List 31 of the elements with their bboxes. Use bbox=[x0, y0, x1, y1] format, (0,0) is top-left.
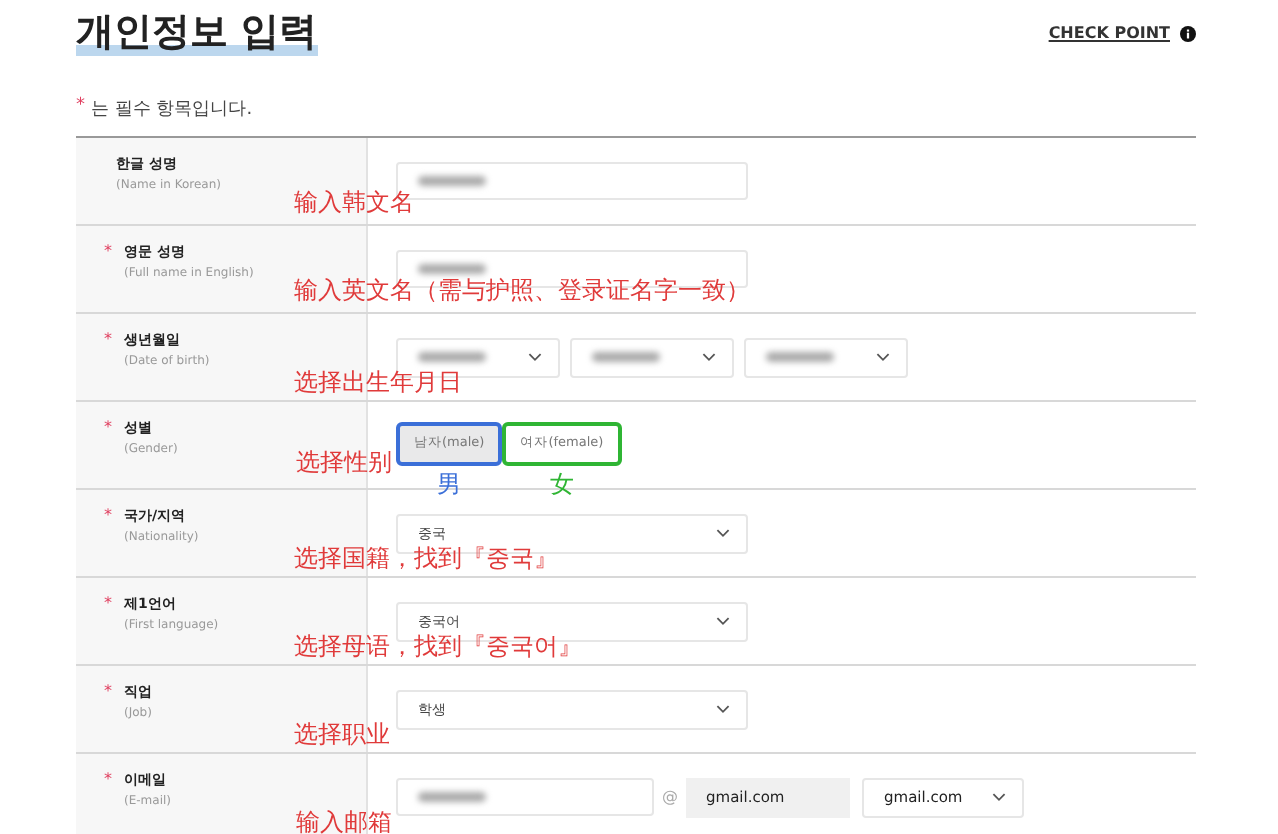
dropdown[interactable] bbox=[744, 337, 908, 377]
required-mark: * bbox=[104, 418, 112, 440]
annotation: 选择出生年月日 bbox=[294, 368, 462, 396]
required-mark: * bbox=[76, 96, 85, 120]
email-input[interactable] bbox=[396, 778, 654, 816]
chevron-icon bbox=[702, 352, 716, 362]
chevron-icon bbox=[716, 704, 730, 714]
check-point-link[interactable]: CHECK POINT bbox=[1048, 24, 1170, 42]
annotation: 输入邮箱 bbox=[296, 808, 392, 834]
annotation: 选择性别 bbox=[296, 448, 392, 476]
required-mark: * bbox=[104, 506, 112, 528]
annotation: 输入韩文名 bbox=[294, 188, 414, 216]
chevron-icon bbox=[716, 616, 730, 626]
chevron-icon bbox=[716, 528, 730, 538]
chevron-icon bbox=[876, 352, 890, 362]
required-note: 는 필수 항목입니다. bbox=[91, 98, 253, 122]
chevron-icon bbox=[992, 792, 1006, 802]
info-icon[interactable] bbox=[1180, 25, 1196, 41]
chevron-icon bbox=[528, 352, 542, 362]
annotation: 女 bbox=[549, 469, 574, 497]
at-sign: @ bbox=[662, 788, 678, 806]
annotation: 选择职业 bbox=[294, 720, 390, 748]
annotation: 输入英文名（需与护照、登录证名字一致） bbox=[294, 276, 750, 304]
page-title: 개인정보 입력 bbox=[76, 8, 318, 56]
required-mark: * bbox=[104, 594, 112, 616]
required-mark: * bbox=[104, 682, 112, 704]
required-mark: * bbox=[104, 330, 112, 352]
dropdown[interactable] bbox=[570, 337, 734, 377]
required-mark: * bbox=[104, 242, 112, 264]
required-mark: * bbox=[104, 770, 112, 792]
annotation: 男 bbox=[437, 469, 462, 497]
